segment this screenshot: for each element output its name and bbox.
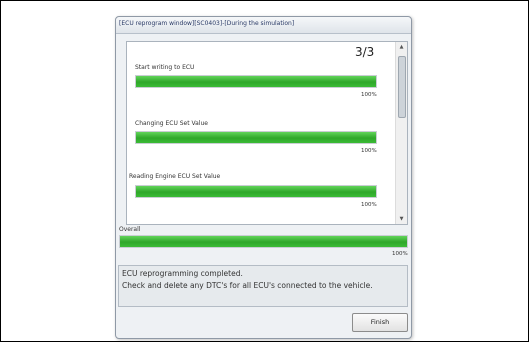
chevron-down-icon[interactable]: ▼ (396, 214, 407, 224)
panel-scrollbar[interactable]: ▲ ▼ (395, 42, 407, 224)
finish-button[interactable]: Finish (352, 313, 408, 332)
scrollbar-thumb[interactable] (398, 56, 406, 118)
ecu-reprogram-window: [ECU reprogram window][SC0403]-[During t… (115, 16, 412, 339)
overall-label: Overall (119, 226, 141, 233)
window-titlebar: [ECU reprogram window][SC0403]-[During t… (116, 17, 411, 34)
status-message-line: Check and delete any DTC's for all ECU's… (122, 281, 373, 290)
task-progress-fill (136, 132, 376, 143)
task-progress-bar-reading-set-value (135, 185, 377, 198)
overall-progress-bar (119, 235, 408, 248)
task-progress-percent: 100% (361, 148, 377, 154)
task-label-reading-set-value: Reading Engine ECU Set Value (129, 173, 221, 180)
overall-progress-percent: 100% (392, 251, 408, 257)
task-progress-bar-start-writing (135, 75, 377, 88)
task-progress-panel[interactable]: 3/3 Start writing to ECU 100% Changing E… (126, 41, 408, 225)
task-label-start-writing: Start writing to ECU (135, 64, 195, 71)
task-label-changing-set-value: Changing ECU Set Value (135, 120, 208, 127)
status-message-box: ECU reprogramming completed. Check and d… (118, 265, 408, 307)
task-progress-percent: 100% (361, 92, 377, 98)
task-progress-percent: 100% (361, 202, 377, 208)
overall-progress-fill (120, 236, 407, 247)
page-counter: 3/3 (355, 45, 375, 59)
window-title: [ECU reprogram window][SC0403]-[During t… (119, 20, 295, 27)
task-progress-fill (136, 76, 376, 87)
chevron-up-icon[interactable]: ▲ (396, 42, 407, 52)
task-progress-bar-changing-set-value (135, 131, 377, 144)
status-message-line: ECU reprogramming completed. (122, 269, 243, 278)
task-progress-fill (136, 186, 376, 197)
